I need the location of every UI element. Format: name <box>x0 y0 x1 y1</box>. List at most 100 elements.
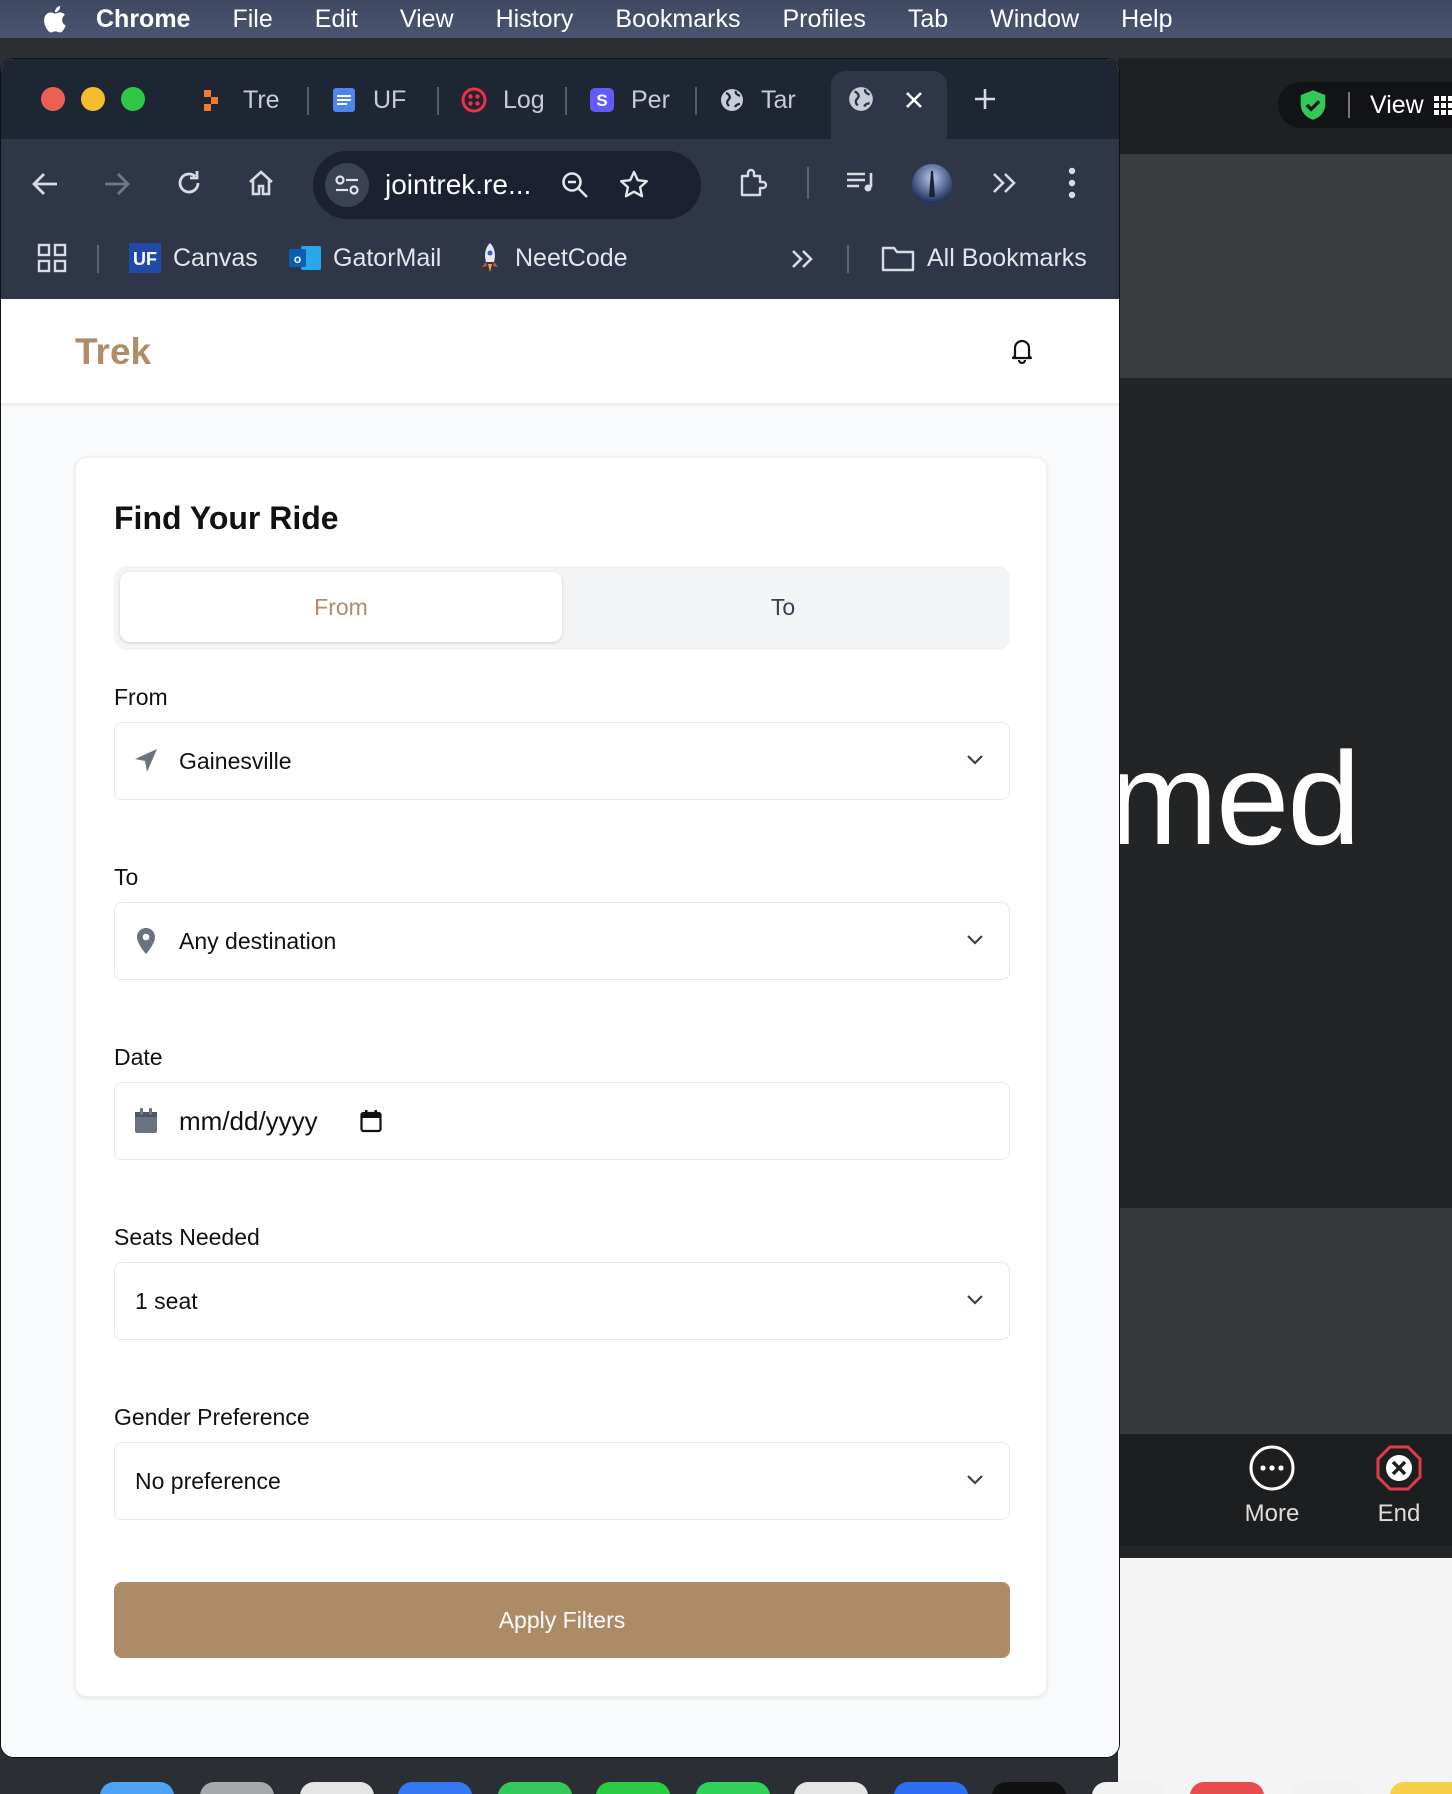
more-extensions-icon[interactable] <box>991 171 1019 195</box>
tab-tar[interactable]: Tar <box>719 75 796 125</box>
dock-app-icon[interactable] <box>1190 1782 1264 1794</box>
macos-dock <box>80 1776 1452 1794</box>
tab-uf-doc[interactable]: UF <box>331 75 406 125</box>
tab-active[interactable] <box>831 71 947 139</box>
twilio-favicon <box>461 87 487 113</box>
more-bookmarks-icon[interactable] <box>791 249 815 269</box>
more-icon <box>1249 1445 1295 1491</box>
outlook-icon: o <box>289 246 321 270</box>
dock-app-icon[interactable] <box>794 1782 868 1794</box>
profile-avatar[interactable] <box>911 163 953 205</box>
close-window-button[interactable] <box>41 87 65 111</box>
close-tab-icon[interactable] <box>905 91 923 109</box>
bookmark-neetcode[interactable]: NeetCode <box>477 233 628 283</box>
reload-icon[interactable] <box>175 169 203 197</box>
bell-icon[interactable] <box>1007 335 1037 365</box>
dock-app-icon[interactable] <box>1290 1782 1364 1794</box>
dock-app-icon[interactable] <box>1092 1782 1166 1794</box>
meeting-top-bar: View <box>1118 58 1452 154</box>
chevron-down-icon <box>967 935 983 945</box>
back-icon[interactable] <box>31 171 59 197</box>
tab-divider <box>695 87 697 115</box>
dock-app-icon[interactable] <box>300 1782 374 1794</box>
menu-chrome[interactable]: Chrome <box>96 5 190 34</box>
toggle-to-button[interactable]: To <box>562 572 1004 642</box>
more-button[interactable]: More <box>1212 1444 1332 1528</box>
media-queue-icon[interactable] <box>845 169 877 197</box>
dock-app-icon[interactable] <box>200 1782 274 1794</box>
apply-filters-button[interactable]: Apply Filters <box>114 1582 1010 1658</box>
bookmark-label: GatorMail <box>333 243 442 272</box>
browser-toolbar: jointrek.re... UF Canvas o GatorMail Nee… <box>1 139 1119 299</box>
address-bar[interactable]: jointrek.re... <box>313 151 701 219</box>
new-tab-icon[interactable] <box>973 87 997 111</box>
menu-bookmarks[interactable]: Bookmarks <box>615 5 740 34</box>
view-label[interactable]: View <box>1370 91 1424 120</box>
trek-favicon <box>204 90 218 111</box>
menu-profiles[interactable]: Profiles <box>782 5 865 34</box>
all-bookmarks-label: All Bookmarks <box>927 243 1087 272</box>
dock-app-icon[interactable] <box>992 1782 1066 1794</box>
star-icon[interactable] <box>619 170 649 200</box>
to-label: To <box>114 864 139 890</box>
dock-app-icon[interactable] <box>1390 1782 1452 1794</box>
chevron-down-icon <box>967 1295 983 1305</box>
chrome-menu-icon[interactable] <box>1067 167 1077 199</box>
menu-history[interactable]: History <box>496 5 574 34</box>
end-button[interactable]: End <box>1346 1444 1452 1528</box>
zoom-icon[interactable] <box>561 171 589 199</box>
bookmark-canvas[interactable]: UF Canvas <box>129 233 258 283</box>
tab-trek[interactable]: Tre <box>201 75 280 125</box>
from-value: Gainesville <box>179 747 292 774</box>
tab-label: Tar <box>761 85 796 114</box>
apple-icon[interactable] <box>40 4 68 34</box>
shield-check-icon <box>1300 90 1326 120</box>
meeting-status-pill[interactable]: View <box>1278 82 1452 128</box>
menu-edit[interactable]: Edit <box>315 5 358 34</box>
dock-app-icon[interactable] <box>696 1782 770 1794</box>
forward-icon[interactable] <box>103 171 131 197</box>
tab-divider <box>307 87 309 115</box>
from-label: From <box>114 684 168 710</box>
home-icon[interactable] <box>247 169 275 197</box>
video-tile <box>1118 154 1452 378</box>
end-icon <box>1376 1445 1422 1491</box>
to-select[interactable]: Any destination <box>114 902 1010 980</box>
dock-app-icon[interactable] <box>398 1782 472 1794</box>
dock-app-icon[interactable] <box>596 1782 670 1794</box>
tune-icon <box>335 175 359 195</box>
site-info-button[interactable] <box>325 163 369 207</box>
url-text[interactable]: jointrek.re... <box>385 169 531 201</box>
dock-app-icon[interactable] <box>894 1782 968 1794</box>
minimize-window-button[interactable] <box>81 87 105 111</box>
brand-logo[interactable]: Trek <box>75 331 151 373</box>
dock-app-icon[interactable] <box>498 1782 572 1794</box>
gender-select[interactable]: No preference <box>114 1442 1010 1520</box>
apps-grid-icon[interactable] <box>37 243 67 273</box>
menu-file[interactable]: File <box>232 5 272 34</box>
navigation-arrow-icon <box>135 749 157 772</box>
date-input[interactable]: mm/dd/yyyy <box>114 1082 1010 1160</box>
svg-text:UF: UF <box>133 249 157 269</box>
zoom-window-button[interactable] <box>121 87 145 111</box>
meeting-controls: More End <box>1118 1434 1452 1546</box>
tab-per[interactable]: S Per <box>589 75 670 125</box>
menu-view[interactable]: View <box>400 5 454 34</box>
date-picker-icon[interactable] <box>360 1109 382 1133</box>
menu-tab[interactable]: Tab <box>908 5 948 34</box>
all-bookmarks-button[interactable]: All Bookmarks <box>881 233 1087 283</box>
tab-login[interactable]: Log <box>461 75 545 125</box>
grid-icon[interactable] <box>1433 94 1452 116</box>
toolbar-divider <box>807 167 809 199</box>
extensions-icon[interactable] <box>737 167 769 199</box>
bookmark-label: NeetCode <box>515 243 628 272</box>
seats-select[interactable]: 1 seat <box>114 1262 1010 1340</box>
video-tile <box>1118 1208 1452 1434</box>
dock-app-icon[interactable] <box>100 1782 174 1794</box>
uf-icon: UF <box>129 243 161 273</box>
menu-help[interactable]: Help <box>1121 5 1172 34</box>
toggle-from-button[interactable]: From <box>120 572 562 642</box>
bookmark-gatormail[interactable]: o GatorMail <box>289 233 441 283</box>
menu-window[interactable]: Window <box>990 5 1079 34</box>
from-select[interactable]: Gainesville <box>114 722 1010 800</box>
